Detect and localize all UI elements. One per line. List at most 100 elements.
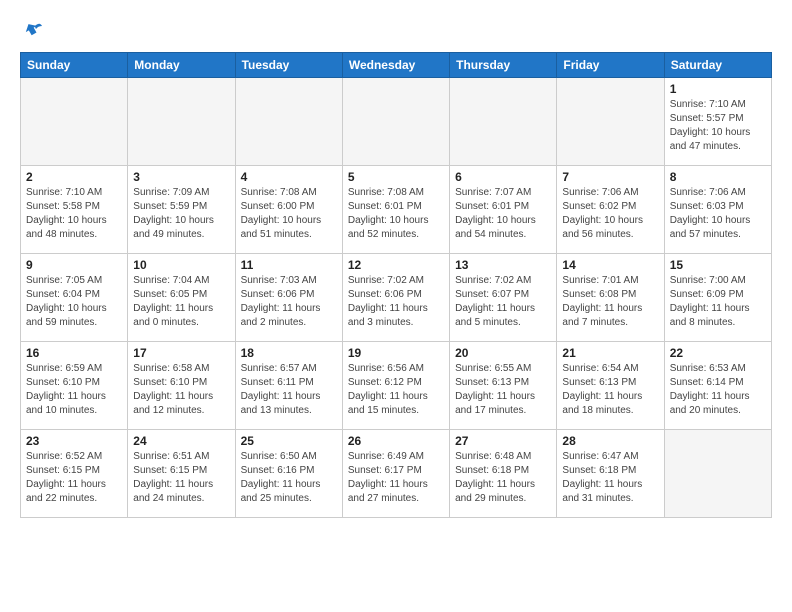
day-info-line: Sunrise: 6:51 AM <box>133 451 209 462</box>
calendar-cell <box>235 78 342 166</box>
day-info-line: Sunrise: 6:55 AM <box>455 363 531 374</box>
day-info-line: Sunrise: 7:09 AM <box>133 187 209 198</box>
day-info: Sunrise: 6:59 AMSunset: 6:10 PMDaylight:… <box>26 362 122 418</box>
day-number: 27 <box>455 434 551 448</box>
day-info-line: Daylight: 11 hours <box>241 479 321 490</box>
day-info-line: Sunrise: 7:06 AM <box>670 187 746 198</box>
calendar-week-row: 2Sunrise: 7:10 AMSunset: 5:58 PMDaylight… <box>21 166 772 254</box>
day-info-line: Daylight: 11 hours <box>455 303 535 314</box>
day-info-line: Sunrise: 6:47 AM <box>562 451 638 462</box>
day-info-line: and 24 minutes. <box>133 493 204 504</box>
day-info-line: Sunset: 6:11 PM <box>241 377 314 388</box>
day-number: 8 <box>670 170 766 184</box>
header-wednesday: Wednesday <box>342 53 449 78</box>
calendar-cell <box>450 78 557 166</box>
day-info-line: Sunset: 6:04 PM <box>26 289 100 300</box>
day-info-line: Daylight: 11 hours <box>670 303 750 314</box>
day-info-line: Daylight: 10 hours <box>26 215 107 226</box>
header-sunday: Sunday <box>21 53 128 78</box>
day-info-line: Sunset: 6:10 PM <box>26 377 100 388</box>
day-info-line: Sunset: 6:13 PM <box>455 377 529 388</box>
calendar-cell: 21Sunrise: 6:54 AMSunset: 6:13 PMDayligh… <box>557 342 664 430</box>
day-info-line: Sunset: 6:17 PM <box>348 465 422 476</box>
day-info-line: Sunset: 6:06 PM <box>348 289 422 300</box>
day-info-line: Daylight: 11 hours <box>562 479 642 490</box>
day-info: Sunrise: 6:47 AM Sunset: 6:18 PM Daylight:… <box>562 450 658 506</box>
day-info-line: and 49 minutes. <box>133 229 204 240</box>
calendar-cell: 13Sunrise: 7:02 AMSunset: 6:07 PMDayligh… <box>450 254 557 342</box>
day-info-line: and 27 minutes. <box>348 493 419 504</box>
day-info-line: and 22 minutes. <box>26 493 97 504</box>
day-info-line: Sunrise: 7:00 AM <box>670 275 746 286</box>
day-number: 1 <box>670 82 766 96</box>
calendar-cell: 12Sunrise: 7:02 AMSunset: 6:06 PMDayligh… <box>342 254 449 342</box>
day-info-line: and 54 minutes. <box>455 229 526 240</box>
calendar-week-row: 16Sunrise: 6:59 AMSunset: 6:10 PMDayligh… <box>21 342 772 430</box>
day-number: 19 <box>348 346 444 360</box>
day-number: 14 <box>562 258 658 272</box>
day-info-line: and 10 minutes. <box>26 405 97 416</box>
day-info: Sunrise: 6:58 AMSunset: 6:10 PMDaylight:… <box>133 362 229 418</box>
day-info: Sunrise: 6:50 AMSunset: 6:16 PMDaylight:… <box>241 450 337 506</box>
day-info-line: Sunrise: 6:52 AM <box>26 451 102 462</box>
day-number: 9 <box>26 258 122 272</box>
day-info-line: Sunrise: 7:01 AM <box>562 275 638 286</box>
day-info-line: Daylight: 11 hours <box>133 391 213 402</box>
day-number: 6 <box>455 170 551 184</box>
day-number: 18 <box>241 346 337 360</box>
day-info-line: and 2 minutes. <box>241 317 307 328</box>
day-info: Sunrise: 6:52 AMSunset: 6:15 PMDaylight:… <box>26 450 122 506</box>
day-info-line: Sunrise: 6:49 AM <box>348 451 424 462</box>
calendar-cell: 4Sunrise: 7:08 AMSunset: 6:00 PMDaylight… <box>235 166 342 254</box>
day-info-line: Daylight: 10 hours <box>455 215 536 226</box>
day-info-line: Sunset: 6:03 PM <box>670 201 744 212</box>
calendar-cell: 28 Sunrise: 6:47 AM Sunset: 6:18 PM Dayligh… <box>557 430 664 518</box>
day-info-line: Sunset: 6:08 PM <box>562 289 636 300</box>
day-info-line: and 18 minutes. <box>562 405 633 416</box>
day-info-line: and 20 minutes. <box>670 405 741 416</box>
calendar-cell: 6Sunrise: 7:07 AMSunset: 6:01 PMDaylight… <box>450 166 557 254</box>
day-info: Sunrise: 6:48 AMSunset: 6:18 PMDaylight:… <box>455 450 551 506</box>
day-number: 15 <box>670 258 766 272</box>
day-info-line: and 8 minutes. <box>670 317 736 328</box>
header-saturday: Saturday <box>664 53 771 78</box>
day-info: Sunrise: 6:54 AMSunset: 6:13 PMDaylight:… <box>562 362 658 418</box>
calendar-cell: 23Sunrise: 6:52 AMSunset: 6:15 PMDayligh… <box>21 430 128 518</box>
day-info-line: Sunset: 5:58 PM <box>26 201 100 212</box>
day-info-line: and 51 minutes. <box>241 229 312 240</box>
day-info-line: Sunrise: 7:05 AM <box>26 275 102 286</box>
day-info-line: Daylight: 11 hours <box>562 391 642 402</box>
day-info-line: Sunrise: 7:08 AM <box>241 187 317 198</box>
day-info-line: and 15 minutes. <box>348 405 419 416</box>
day-info-line: Daylight: 10 hours <box>562 215 643 226</box>
day-info: Sunrise: 7:03 AMSunset: 6:06 PMDaylight:… <box>241 274 337 330</box>
logo-bird-icon <box>22 20 44 42</box>
day-info-line: Daylight: 11 hours <box>670 391 750 402</box>
day-info: Sunrise: 7:06 AMSunset: 6:03 PMDaylight:… <box>670 186 766 242</box>
day-number: 5 <box>348 170 444 184</box>
page: Sunday Monday Tuesday Wednesday Thursday… <box>0 0 792 534</box>
day-info-line: Sunset: 6:15 PM <box>26 465 100 476</box>
calendar-week-row: 9 Sunrise: 7:05 AM Sunset: 6:04 PM Daylight… <box>21 254 772 342</box>
day-info-line: Daylight: 11 hours <box>348 303 428 314</box>
day-number: 28 <box>562 434 658 448</box>
calendar-cell: 22Sunrise: 6:53 AMSunset: 6:14 PMDayligh… <box>664 342 771 430</box>
day-info-line: Daylight: 11 hours <box>241 303 321 314</box>
day-info-line: Sunset: 6:05 PM <box>133 289 207 300</box>
day-info-line: Daylight: 11 hours <box>455 479 535 490</box>
day-number: 25 <box>241 434 337 448</box>
header-monday: Monday <box>128 53 235 78</box>
day-info-line: Sunrise: 7:04 AM <box>133 275 209 286</box>
day-info-line: Daylight: 10 hours <box>348 215 429 226</box>
day-info: Sunrise: 6:51 AMSunset: 6:15 PMDaylight:… <box>133 450 229 506</box>
day-info-line: Sunset: 6:18 PM <box>562 465 636 476</box>
day-info: Sunrise: 6:49 AMSunset: 6:17 PMDaylight:… <box>348 450 444 506</box>
day-info-line: Daylight: 11 hours <box>133 303 213 314</box>
day-info-line: Sunset: 5:59 PM <box>133 201 207 212</box>
day-info-line: and 59 minutes. <box>26 317 97 328</box>
day-info-line: Sunset: 6:07 PM <box>455 289 529 300</box>
day-info-line: Sunrise: 6:59 AM <box>26 363 102 374</box>
day-info-line: Sunset: 6:09 PM <box>670 289 744 300</box>
day-info-line: Daylight: 10 hours <box>670 127 751 138</box>
day-info-line: Sunset: 5:57 PM <box>670 113 744 124</box>
